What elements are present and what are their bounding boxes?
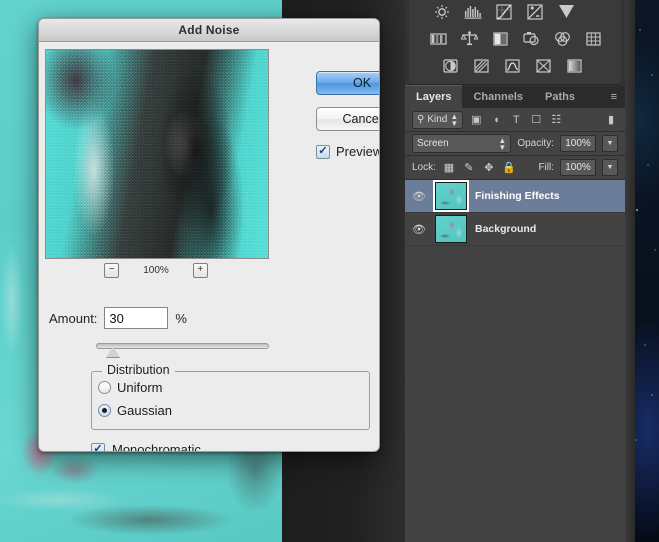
preview-checkbox-label: Preview [336, 144, 380, 159]
layer-thumbnail [435, 215, 467, 243]
search-icon: ⚲ [417, 114, 425, 125]
adjustment-layer-icon[interactable]: ◖ [489, 114, 503, 126]
filter-kind-label: Kind [427, 114, 448, 125]
layer-row-finishing-effects[interactable]: 👁 Finishing Effects [405, 180, 625, 213]
type-layer-icon[interactable]: T [509, 114, 523, 126]
tab-paths[interactable]: Paths [534, 86, 586, 108]
chevron-updown-icon: ▲ ▼ [498, 135, 507, 152]
vibrance-icon[interactable] [555, 2, 577, 21]
panel-right-edge [625, 0, 635, 542]
amount-unit-label: % [175, 310, 187, 326]
slider-thumb[interactable] [106, 347, 120, 357]
layer-visibility-icon[interactable]: 👁 [411, 190, 427, 203]
zoom-out-button[interactable]: − [104, 262, 120, 278]
adjustments-row-1 [409, 2, 621, 21]
radio-uniform-label: Uniform [117, 380, 163, 395]
chevron-updown-icon: ▲ ▼ [450, 111, 459, 128]
radio-gaussian-label: Gaussian [117, 403, 172, 418]
curves-icon[interactable] [493, 2, 515, 21]
layer-row-background[interactable]: 👁 Background [405, 213, 625, 246]
panel-menu-icon[interactable]: ≡ [611, 86, 625, 108]
lock-label: Lock: [412, 162, 436, 173]
radio-uniform[interactable]: Uniform [98, 380, 163, 395]
panel-tabstrip: Layers Channels Paths ≡ [405, 85, 625, 108]
levels-icon[interactable] [462, 2, 484, 21]
lock-pixels-icon[interactable]: ✎ [462, 161, 476, 174]
preview-checkbox-row[interactable]: ✓ Preview [316, 144, 380, 159]
tab-channels[interactable]: Channels [462, 86, 534, 108]
layer-name: Finishing Effects [475, 190, 560, 202]
photo-filter-icon[interactable] [520, 29, 542, 48]
hue-saturation-icon[interactable] [427, 29, 449, 48]
zoom-level-label: 100% [143, 264, 169, 276]
smart-object-icon[interactable]: ☷ [549, 113, 563, 126]
invert-icon[interactable] [439, 56, 461, 75]
noise-preview-image[interactable] [45, 49, 269, 259]
layer-name: Background [475, 223, 537, 235]
distribution-group: Distribution Uniform Gaussian [91, 363, 370, 430]
amount-label: Amount: [49, 310, 98, 326]
threshold-icon[interactable] [501, 56, 523, 75]
blend-mode-bar: Screen ▲ ▼ Opacity: 100% ▼ [405, 132, 625, 156]
adjustments-row-2 [409, 29, 621, 48]
ok-button[interactable]: OK [316, 71, 379, 95]
selective-color-icon[interactable] [563, 56, 585, 75]
layer-filter-bar: ⚲ Kind ▲ ▼ ▣ ◖ T ☐ ☷ ▮ [405, 108, 625, 132]
dialog-titlebar[interactable]: Add Noise [39, 19, 379, 42]
zoom-in-button[interactable]: + [192, 262, 208, 278]
monochromatic-row[interactable]: ✓ Monochromatic [91, 442, 201, 452]
radio-uniform-icon[interactable] [98, 381, 111, 394]
pixel-layer-icon[interactable]: ▣ [469, 113, 483, 126]
tab-layers[interactable]: Layers [405, 85, 463, 108]
lock-all-icon[interactable]: 🔒 [502, 161, 516, 174]
color-lookup-icon[interactable] [582, 29, 604, 48]
preview-zoom-controls: − 100% + [45, 261, 267, 279]
exposure-icon[interactable] [524, 2, 546, 21]
dialog-title: Add Noise [178, 23, 240, 37]
filter-kind-dropdown[interactable]: ⚲ Kind ▲ ▼ [412, 110, 464, 129]
filter-toggle-icon[interactable]: ▮ [604, 113, 618, 126]
monochromatic-label: Monochromatic [112, 442, 201, 452]
lock-transparency-icon[interactable]: ▦ [442, 161, 456, 174]
lock-bar: Lock: ▦ ✎ ✥ 🔒 Fill: 100% ▼ [405, 156, 625, 180]
amount-slider[interactable] [96, 341, 269, 357]
color-balance-icon[interactable] [458, 29, 480, 48]
shape-layer-icon[interactable]: ☐ [529, 113, 543, 126]
lock-position-icon[interactable]: ✥ [482, 161, 496, 174]
distribution-legend: Distribution [102, 363, 175, 377]
amount-row: Amount: 30 % [49, 307, 187, 329]
blend-mode-select[interactable]: Screen ▲ ▼ [412, 134, 512, 153]
brightness-contrast-icon[interactable] [431, 2, 453, 21]
adjustments-panel [409, 0, 621, 85]
gradient-map-icon[interactable] [532, 56, 554, 75]
monochromatic-checkbox[interactable]: ✓ [91, 442, 105, 451]
black-white-icon[interactable] [489, 29, 511, 48]
radio-gaussian-icon[interactable] [98, 404, 111, 417]
opacity-label: Opacity: [517, 138, 554, 149]
posterize-icon[interactable] [470, 56, 492, 75]
preview-checkbox[interactable]: ✓ [316, 144, 330, 159]
channel-mixer-icon[interactable] [551, 29, 573, 48]
slider-track[interactable] [96, 343, 269, 349]
adjustments-row-3 [409, 56, 621, 75]
opacity-dropdown-icon[interactable]: ▼ [602, 135, 618, 152]
blend-mode-value: Screen [417, 138, 449, 149]
add-noise-dialog: Add Noise − 100% + Amount: 30 % Distribu… [38, 18, 380, 452]
layers-panel: ⚲ Kind ▲ ▼ ▣ ◖ T ☐ ☷ ▮ Screen ▲ ▼ Opacity:… [405, 108, 625, 542]
radio-gaussian[interactable]: Gaussian [98, 403, 172, 418]
cancel-button[interactable]: Cancel [316, 107, 379, 131]
fill-dropdown-icon[interactable]: ▼ [602, 159, 618, 176]
fill-label: Fill: [538, 162, 554, 173]
fill-value[interactable]: 100% [560, 159, 596, 176]
layer-thumbnail [433, 180, 469, 212]
layer-visibility-icon[interactable]: 👁 [411, 223, 427, 236]
amount-input[interactable]: 30 [104, 307, 169, 329]
opacity-value[interactable]: 100% [560, 135, 596, 152]
